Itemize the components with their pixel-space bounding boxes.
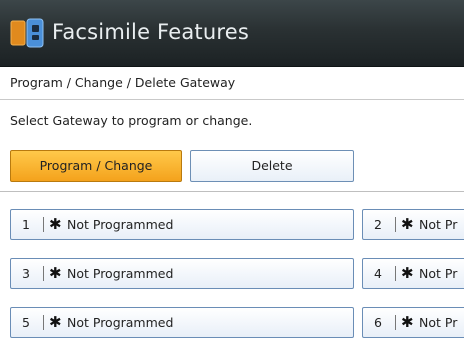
asterisk-icon: ✱ [49, 313, 62, 331]
asterisk-icon: ✱ [401, 264, 414, 282]
gateway-number: 6 [374, 315, 382, 330]
asterisk-icon: ✱ [49, 215, 62, 233]
gateway-button-5[interactable]: 5 ✱ Not Programmed [10, 307, 354, 338]
gateway-separator [43, 217, 44, 232]
gateway-number: 4 [374, 266, 382, 281]
breadcrumb-label: Program / Change / Delete Gateway [10, 75, 236, 90]
gateway-button-4[interactable]: 4 ✱ Not Pr [362, 258, 464, 289]
delete-button[interactable]: Delete [190, 150, 354, 182]
asterisk-icon: ✱ [401, 215, 414, 233]
gateway-label: Not Pr [419, 266, 458, 281]
gateway-separator [395, 315, 396, 330]
title-bar: Facsimile Features [0, 0, 464, 67]
gateway-number: 3 [22, 266, 30, 281]
gateway-label: Not Pr [419, 315, 458, 330]
asterisk-icon: ✱ [49, 264, 62, 282]
gateway-button-3[interactable]: 3 ✱ Not Programmed [10, 258, 354, 289]
facsimile-app-icon [10, 18, 44, 48]
gateway-separator [395, 217, 396, 232]
gateway-button-1[interactable]: 1 ✱ Not Programmed [10, 209, 354, 240]
gateway-number: 2 [374, 217, 382, 232]
divider [0, 191, 464, 192]
gateway-label: Not Programmed [67, 266, 174, 281]
page-title: Facsimile Features [52, 20, 249, 44]
gateway-number: 5 [22, 315, 30, 330]
gateway-separator [395, 266, 396, 281]
gateway-separator [43, 315, 44, 330]
program-change-button[interactable]: Program / Change [10, 150, 182, 182]
gateway-number: 1 [22, 217, 30, 232]
gateway-label: Not Pr [419, 217, 458, 232]
breadcrumb: Program / Change / Delete Gateway [0, 67, 464, 100]
gateway-separator [43, 266, 44, 281]
asterisk-icon: ✱ [401, 313, 414, 331]
gateway-button-2[interactable]: 2 ✱ Not Pr [362, 209, 464, 240]
gateway-label: Not Programmed [67, 315, 174, 330]
gateway-label: Not Programmed [67, 217, 174, 232]
instruction-text: Select Gateway to program or change. [10, 113, 253, 128]
gateway-button-6[interactable]: 6 ✱ Not Pr [362, 307, 464, 338]
